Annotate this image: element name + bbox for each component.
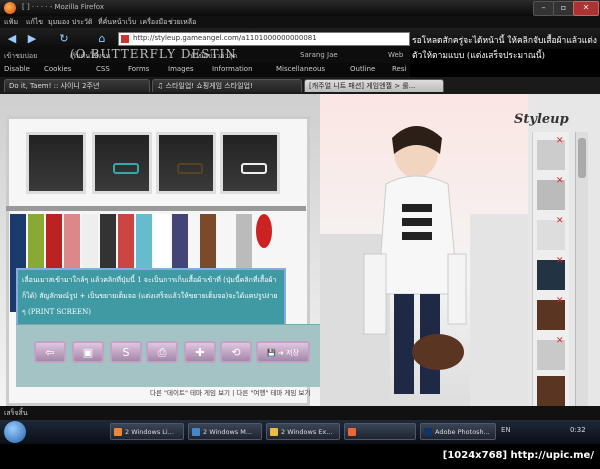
print-button[interactable]: ⎙ xyxy=(146,341,178,363)
minimize-button[interactable]: – xyxy=(533,1,554,16)
url-input[interactable]: http://styleup.gameangel.com/a1101000000… xyxy=(118,32,410,46)
dev-images[interactable]: Images xyxy=(168,65,194,73)
watermark-text: [1024x768] http://upic.me/ xyxy=(442,450,594,461)
dev-resize[interactable]: Resi xyxy=(392,65,406,73)
remove-item-icon[interactable]: ✕ xyxy=(556,336,564,346)
game-control-bar: ⇦ ▣ S ⎙ ✚ ⟲ 💾 ➜ 저장 xyxy=(16,324,334,387)
upic-watermark: [1024x768] http://upic.me/ xyxy=(0,444,600,469)
taskbar-item[interactable]: Adobe Photosh... xyxy=(420,423,496,440)
app-icon xyxy=(114,428,122,436)
style-s-button[interactable]: S xyxy=(110,341,142,363)
url-text: http://styleup.gameangel.com/a1101000000… xyxy=(133,34,317,42)
accessory-shelf[interactable] xyxy=(156,132,216,194)
save-button[interactable]: 💾 ➜ 저장 xyxy=(256,341,310,363)
clothes-rail xyxy=(6,206,306,211)
home-icon[interactable]: ⌂ xyxy=(94,31,110,46)
accessory-shelf[interactable] xyxy=(92,132,152,194)
title-bar: [ ] · · · · - Mozilla Firefox – ▫ ✕ xyxy=(0,0,600,16)
accessory-shelf[interactable] xyxy=(220,132,280,194)
styleup-logo: Styleup xyxy=(514,112,569,127)
item-scrollbar[interactable] xyxy=(575,132,588,406)
instruction-caption: รอโหลดสักครู่จะได้หน้านี้ ให้คลิกจับเสื้… xyxy=(412,36,597,61)
menu-view[interactable]: มุมมอง xyxy=(48,17,69,28)
back-arrow-button[interactable]: ⇦ xyxy=(34,341,66,363)
scroll-thumb[interactable] xyxy=(578,138,586,178)
site-icon xyxy=(121,35,129,43)
frame-button[interactable]: ▣ xyxy=(72,341,104,363)
glasses-icon xyxy=(177,163,203,174)
folder-icon xyxy=(270,428,278,436)
forward-icon[interactable]: ▶ xyxy=(24,31,40,46)
item-thumbnail[interactable] xyxy=(537,376,565,406)
status-text: เสร็จสิ้น xyxy=(4,409,28,417)
close-window-button[interactable]: ✕ xyxy=(573,1,599,16)
tab-bar: Do it, Taem! :: 샤이니 2주년 ♫ 스타일업! 쇼핑게임 스타일… xyxy=(0,77,600,94)
dev-css[interactable]: CSS xyxy=(96,65,110,73)
tab-item[interactable]: ♫ 스타일업! 쇼핑게임 스타일업! xyxy=(152,79,302,92)
accessory-shelf[interactable] xyxy=(26,132,86,194)
reset-button[interactable]: ⟲ xyxy=(220,341,252,363)
menu-bar: แฟ้ม แก้ไข มุมมอง ประวัติ ที่คั่นหน้าเว็… xyxy=(0,16,600,28)
taskbar: 2 Windows Li... 2 Windows M... 2 Windows… xyxy=(0,420,600,444)
taskbar-item[interactable]: 2 Windows M... xyxy=(188,423,262,440)
firefox-icon xyxy=(348,428,356,436)
firefox-icon xyxy=(4,2,16,14)
tab-item-active[interactable]: [캐주얼 니트 패션] 게임엔젤 > 룰... xyxy=(304,79,444,92)
clock: 0:32 xyxy=(570,426,586,434)
web-developer-toolbar: Disable Cookies CSS Forms Images Informa… xyxy=(0,63,410,77)
menu-history[interactable]: ประวัติ xyxy=(72,17,92,28)
other-games-links[interactable]: 다른 "데이트" 테마 게임 보기 | 다른 "여행" 테마 게임 보기 xyxy=(150,387,310,397)
menu-help[interactable]: ช่วยเหลือ xyxy=(168,17,196,28)
status-bar: เสร็จสิ้น xyxy=(0,406,600,420)
bookmark-item[interactable]: Web xyxy=(388,51,403,59)
remove-item-icon[interactable]: ✕ xyxy=(556,256,564,266)
maximize-button[interactable]: ▫ xyxy=(553,1,574,16)
game-area: เลื่อนเมาสเข้ามาใกล้ๆ แล้วคลิกที่ปุ่มนี้… xyxy=(0,94,600,406)
item-sidebar xyxy=(532,132,569,406)
tab-item[interactable]: Do it, Taem! :: 샤이니 2주년 xyxy=(4,79,150,92)
photoshop-icon xyxy=(424,428,432,436)
dev-disable[interactable]: Disable xyxy=(4,65,30,73)
flower-decoration xyxy=(256,214,272,248)
dev-forms[interactable]: Forms xyxy=(128,65,149,73)
help-text: เลื่อนเมาสเข้ามาใกล้ๆ แล้วคลิกที่ปุ่มนี้… xyxy=(22,276,278,316)
menu-bookmarks[interactable]: ที่คั่นหน้าเว็บ xyxy=(98,17,136,28)
menu-tools[interactable]: เครื่องมือ xyxy=(140,17,167,28)
fullscreen-plus-button[interactable]: ✚ xyxy=(184,341,216,363)
taskbar-item[interactable]: 2 Windows Li... xyxy=(110,423,184,440)
taskbar-item[interactable]: 2 Windows Ex... xyxy=(266,423,340,440)
dressing-stage xyxy=(320,94,528,406)
dev-miscellaneous[interactable]: Miscellaneous xyxy=(276,65,325,73)
bookmark-item[interactable]: Sarang Jae xyxy=(300,51,338,59)
back-icon[interactable]: ◀ xyxy=(4,31,20,46)
reload-icon[interactable]: ↻ xyxy=(56,31,72,46)
remove-item-icon[interactable]: ✕ xyxy=(556,136,564,146)
dev-cookies[interactable]: Cookies xyxy=(44,65,71,73)
menu-edit[interactable]: แก้ไข xyxy=(26,17,43,28)
app-icon xyxy=(192,428,200,436)
remove-item-icon[interactable]: ✕ xyxy=(556,216,564,226)
overlay-watermark-text: (O.BUTTERFLY DESTIN xyxy=(70,47,237,61)
start-orb-icon[interactable] xyxy=(4,421,26,443)
bookmark-item[interactable]: เข้าชมบ่อย xyxy=(4,51,37,62)
glasses-icon xyxy=(113,163,139,174)
language-indicator[interactable]: EN xyxy=(501,426,511,434)
remove-item-icon[interactable]: ✕ xyxy=(556,296,564,306)
dev-information[interactable]: Information xyxy=(212,65,253,73)
glasses-icon xyxy=(241,163,267,174)
window-title: [ ] · · · · - Mozilla Firefox xyxy=(22,3,104,11)
dev-outline[interactable]: Outline xyxy=(350,65,375,73)
remove-item-icon[interactable]: ✕ xyxy=(556,176,564,186)
menu-file[interactable]: แฟ้ม xyxy=(4,17,18,28)
avatar xyxy=(320,126,528,406)
taskbar-item[interactable] xyxy=(344,423,416,440)
